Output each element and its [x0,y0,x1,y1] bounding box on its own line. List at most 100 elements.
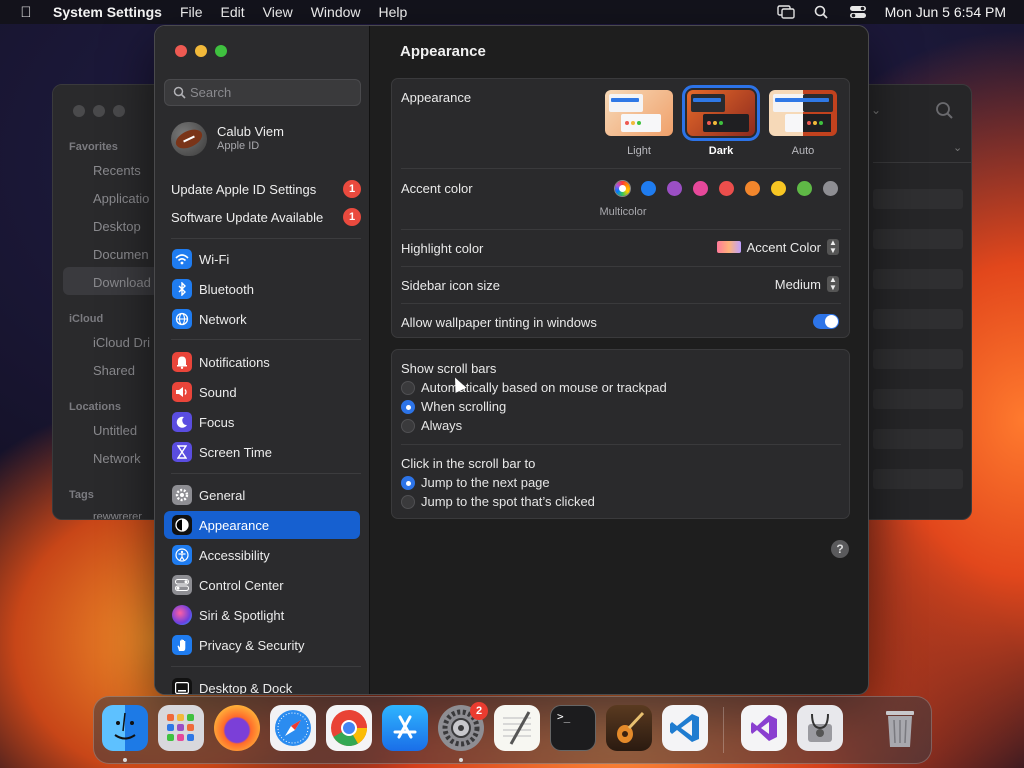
update-apple-id-notice[interactable]: Update Apple ID Settings 1 [171,178,361,200]
help-button[interactable]: ? [831,540,849,558]
sidebar-icon-size-popup[interactable]: Medium ▲ ▼ [775,276,839,292]
dock-safari[interactable] [270,705,316,751]
dock-app-store[interactable] [382,705,428,751]
sidebar-icon-size-label: Sidebar icon size [401,278,500,293]
menu-view[interactable]: View [263,4,293,20]
menu-clock[interactable]: Mon Jun 5 6:54 PM [885,4,1006,20]
highlight-color-label: Highlight color [401,241,484,256]
accent-blue-swatch[interactable] [641,181,656,196]
accent-orange-swatch[interactable] [745,181,760,196]
finder-item-desktop[interactable]: Desktop [93,219,141,234]
highlight-color-popup[interactable]: Accent Color ▲ ▼ [716,239,839,255]
zoom-button[interactable] [215,45,227,57]
sidebar-item-control-center[interactable]: Control Center [164,571,360,599]
menu-window[interactable]: Window [311,4,361,20]
menu-app-name[interactable]: System Settings [53,4,162,20]
menu-bar:  System Settings File Edit View Window … [0,0,1024,24]
minimize-button[interactable] [195,45,207,57]
search-icon[interactable] [813,5,831,19]
apple-id-account[interactable]: Calub Viem Apple ID [171,122,361,156]
finder-search-icon[interactable] [935,101,955,126]
sidebar-item-accessibility[interactable]: Accessibility [164,541,360,569]
system-settings-window: Calub Viem Apple ID Update Apple ID Sett… [154,25,869,695]
wifi-icon [172,249,192,269]
appearance-light-option[interactable] [605,90,673,136]
finder-chevron-icon[interactable]: ⌄ [871,103,881,117]
radio-scroll-always-label[interactable]: Always [421,418,462,433]
accent-green-swatch[interactable] [797,181,812,196]
gear-icon [172,485,192,505]
dock-firefox[interactable] [214,705,260,751]
radio-scroll-when-scrolling-label[interactable]: When scrolling [421,399,506,414]
finder-item-untitled[interactable]: Untitled [93,423,137,438]
sidebar-item-label: Focus [199,414,235,430]
accent-yellow-swatch[interactable] [771,181,786,196]
finder-item-downloads[interactable]: Download [93,275,151,290]
sidebar-item-desktop-dock[interactable]: Desktop & Dock [164,674,360,694]
sidebar-item-focus[interactable]: Focus [164,408,360,436]
menu-edit[interactable]: Edit [221,4,245,20]
search-field[interactable] [164,79,361,106]
dock-trash[interactable] [877,705,923,751]
radio-scroll-automatic[interactable] [401,381,415,395]
accent-selected-name: Multicolor [599,206,647,218]
bell-icon [172,352,192,372]
sidebar-item-general[interactable]: General [164,481,360,509]
finder-item-icloud-drive[interactable]: iCloud Dri [93,335,150,350]
finder-item-recents[interactable]: Recents [93,163,141,178]
accent-red-swatch[interactable] [719,181,734,196]
dock-chrome[interactable] [326,705,372,751]
accent-multicolor-swatch[interactable] [615,181,630,196]
dock-garageband[interactable] [606,705,652,751]
appearance-auto-option[interactable] [769,90,837,136]
panel-divider [401,168,841,169]
finder-sort-chevron-icon[interactable]: ⌄ [953,141,962,154]
appearance-icon [172,515,192,535]
sidebar-item-wifi[interactable]: Wi-Fi [164,245,360,273]
sidebar-item-bluetooth[interactable]: Bluetooth [164,275,360,303]
finder-item-shared[interactable]: Shared [93,363,135,378]
highlight-color-value: Accent Color [746,239,821,255]
finder-item-applications[interactable]: Applicatio [93,191,149,206]
sidebar-item-label: Accessibility [199,547,270,563]
menu-help[interactable]: Help [379,4,408,20]
software-update-notice[interactable]: Software Update Available 1 [171,206,361,228]
sidebar-item-notifications[interactable]: Notifications [164,348,360,376]
finder-item-network[interactable]: Network [93,451,141,466]
accent-purple-swatch[interactable] [667,181,682,196]
radio-jump-spot-clicked[interactable] [401,495,415,509]
radio-jump-next-page-label[interactable]: Jump to the next page [421,475,550,490]
dock-textedit[interactable] [494,705,540,751]
sidebar-divider [171,339,361,340]
radio-jump-next-page[interactable] [401,476,415,490]
sidebar-item-siri-spotlight[interactable]: Siri & Spotlight [164,601,360,629]
radio-jump-spot-clicked-label[interactable]: Jump to the spot that’s clicked [421,494,595,509]
menu-file[interactable]: File [180,4,203,20]
close-button[interactable] [175,45,187,57]
sidebar-item-network[interactable]: Network [164,305,360,333]
control-center-icon[interactable] [849,5,867,19]
accent-graphite-swatch[interactable] [823,181,838,196]
radio-scroll-when-scrolling[interactable] [401,400,415,414]
dock-launchpad[interactable] [158,705,204,751]
dock-finder[interactable] [102,705,148,751]
dock-vscode[interactable] [662,705,708,751]
finder-item-documents[interactable]: Documen [93,247,149,262]
page-title: Appearance [400,43,486,60]
accent-pink-swatch[interactable] [693,181,708,196]
dock-terminal[interactable]: >_ [550,705,596,751]
panel-divider [401,444,841,445]
finder-item-tag[interactable]: rewwrerer [93,511,142,519]
appearance-dark-option[interactable] [682,85,760,141]
search-input[interactable] [190,85,350,100]
dock-visual-studio[interactable] [741,705,787,751]
apple-menu-icon[interactable]:  [18,4,34,21]
dock-disk-utility[interactable] [797,705,843,751]
radio-scroll-always[interactable] [401,419,415,433]
sidebar-item-appearance[interactable]: Appearance [164,511,360,539]
screen-mirroring-icon[interactable] [776,5,795,19]
sidebar-item-screen-time[interactable]: Screen Time [164,438,360,466]
wallpaper-tinting-toggle[interactable] [813,314,839,329]
sidebar-item-privacy-security[interactable]: Privacy & Security [164,631,360,659]
sidebar-item-sound[interactable]: Sound [164,378,360,406]
